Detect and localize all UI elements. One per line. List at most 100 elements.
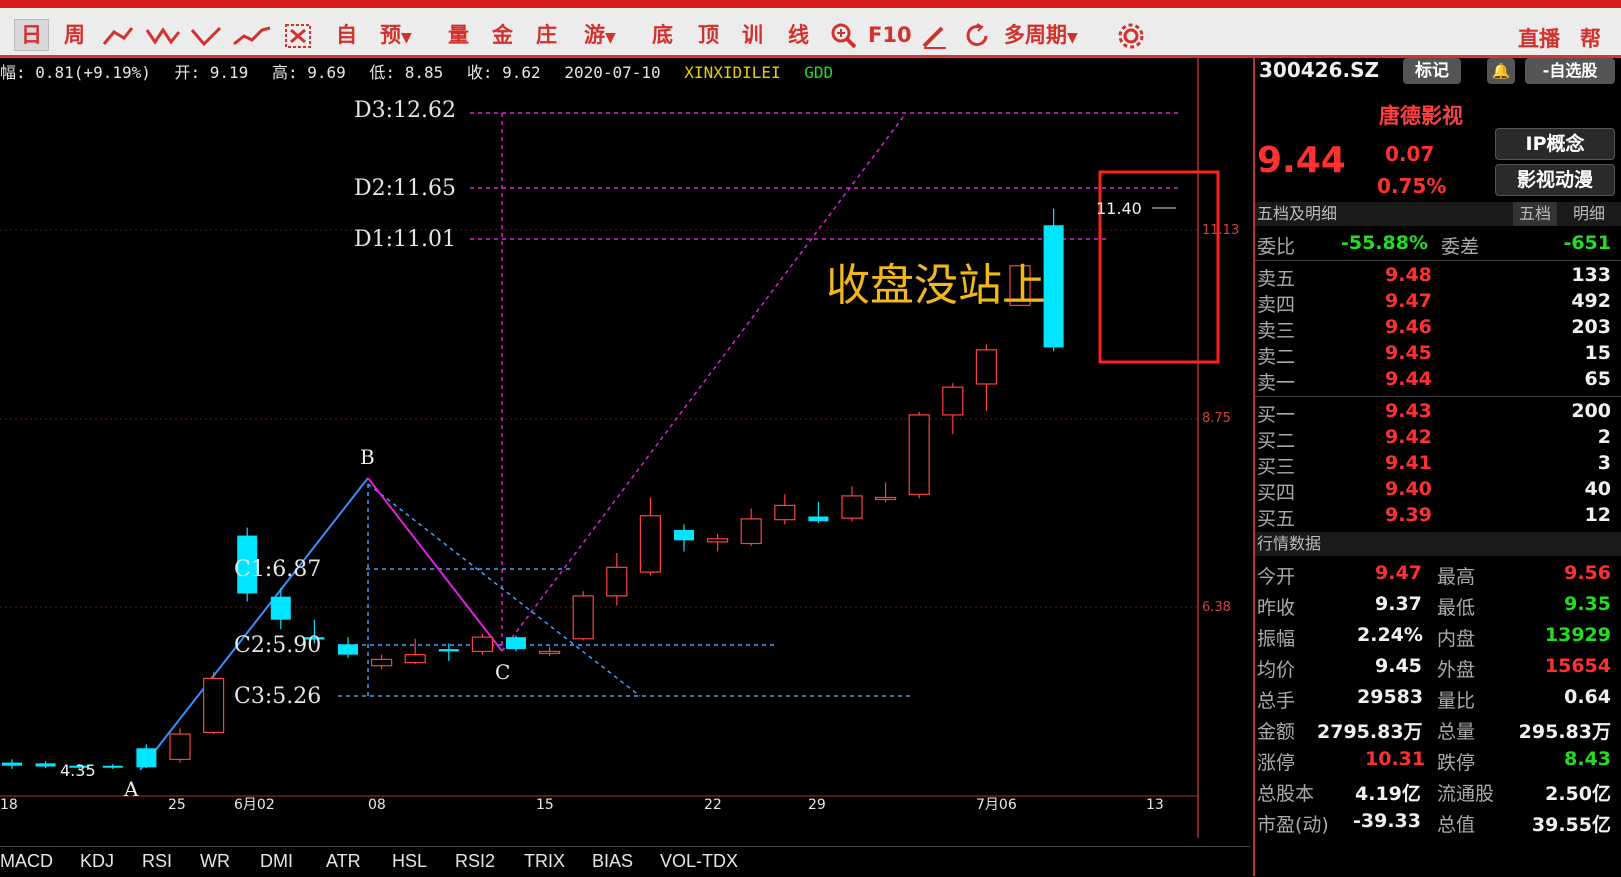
buy-volume: 12 <box>1584 504 1611 526</box>
tab-depth[interactable]: 五档 <box>1513 202 1558 226</box>
candle-body <box>438 649 459 652</box>
buy-volume: 200 <box>1571 400 1611 422</box>
chart-labels: D3:12.62 D2:11.65 D1:11.01 C1:6.87 C2:5.… <box>0 98 1239 813</box>
buy-row[interactable]: 买五 9.39 12 <box>1255 504 1621 530</box>
help-button[interactable]: 帮助 <box>1580 24 1621 81</box>
sell-price: 9.48 <box>1385 264 1432 286</box>
multi-period-button[interactable]: 多周期▼ <box>1004 20 1078 50</box>
trend-tool-icon[interactable] <box>232 20 272 50</box>
sell-row[interactable]: 卖五 9.48 133 <box>1255 264 1621 290</box>
tab-trix[interactable]: TRIX <box>524 851 565 872</box>
tab-rsi2[interactable]: RSI2 <box>455 851 495 872</box>
bell-icon[interactable]: 🔔 <box>1487 58 1515 84</box>
custom-button[interactable]: 自 <box>336 20 357 50</box>
mark-button[interactable]: 标记 <box>1403 58 1461 84</box>
buy-label: 买三 <box>1257 456 1296 478</box>
kline-chart[interactable]: D3:12.62 D2:11.65 D1:11.01 C1:6.87 C2:5.… <box>0 58 1253 846</box>
draw-line-button[interactable]: 线 <box>788 20 809 50</box>
quote-row: 均价 9.45 外盘 15654 <box>1255 655 1621 681</box>
concept-tag-film[interactable]: 影视动漫 <box>1495 164 1615 196</box>
buy-row[interactable]: 买一 9.43 200 <box>1255 400 1621 426</box>
d2-label: D2:11.65 <box>354 176 456 201</box>
warning-button[interactable]: 预▼ <box>380 20 412 50</box>
zoom-icon[interactable] <box>830 20 858 50</box>
dealer-button[interactable]: 庄 <box>536 20 557 50</box>
candle-body <box>606 566 628 597</box>
cross-tool-icon[interactable] <box>284 20 314 50</box>
sell-row[interactable]: 卖四 9.47 492 <box>1255 290 1621 316</box>
weibi-label: 委比 <box>1257 236 1296 258</box>
tab-rsi[interactable]: RSI <box>142 851 172 872</box>
quote-value: 2.50亿 <box>1545 783 1611 805</box>
f10-button[interactable]: F10 <box>868 20 912 50</box>
tab-wr[interactable]: WR <box>200 851 230 872</box>
tab-kdj[interactable]: KDJ <box>80 851 114 872</box>
top-button[interactable]: 顶 <box>698 20 719 50</box>
gear-icon[interactable] <box>1116 20 1146 50</box>
training-button[interactable]: 训 <box>742 20 763 50</box>
quote-label: 跌停 <box>1437 752 1476 774</box>
concept-tag-ip[interactable]: IP概念 <box>1495 128 1615 160</box>
quote-label: 最低 <box>1437 597 1476 619</box>
candle-body <box>471 636 493 653</box>
quote-value: 2795.83万 <box>1317 721 1423 743</box>
sell-price: 9.44 <box>1385 368 1432 390</box>
buy-price: 9.42 <box>1385 426 1432 448</box>
date-axis-label: 13 <box>1146 797 1164 813</box>
tab-hsl[interactable]: HSL <box>392 851 427 872</box>
date-axis-label: 15 <box>536 797 554 813</box>
sell-row[interactable]: 卖二 9.45 15 <box>1255 342 1621 368</box>
candle-body <box>338 644 358 655</box>
sell-row[interactable]: 卖一 9.44 65 <box>1255 368 1621 394</box>
sell-row[interactable]: 卖三 9.46 203 <box>1255 316 1621 342</box>
quote-row: 总手 29583 量比 0.64 <box>1255 686 1621 712</box>
chevron-down-icon: ▼ <box>605 30 616 46</box>
volume-button[interactable]: 量 <box>448 20 469 50</box>
candle-body <box>538 650 561 655</box>
v-tool-icon[interactable] <box>190 20 224 50</box>
buy-row[interactable]: 买三 9.41 3 <box>1255 452 1621 478</box>
live-button[interactable]: 直播 <box>1518 24 1560 54</box>
date-axis-label: 29 <box>808 797 826 813</box>
date-axis-label: 6月02 <box>234 797 275 813</box>
tab-macd[interactable]: MACD <box>0 851 53 872</box>
depth-header: 五档及明细 五档 明细 <box>1255 202 1621 226</box>
candle-body <box>136 748 157 768</box>
tab-detail[interactable]: 明细 <box>1573 202 1605 226</box>
stock-name: 唐德影视 <box>1379 104 1463 128</box>
sell-price: 9.45 <box>1385 342 1432 364</box>
day-period-button[interactable]: 日 <box>14 19 49 51</box>
refresh-icon[interactable] <box>964 20 992 50</box>
point-b-label: B <box>360 445 375 469</box>
fund-flow-button[interactable]: 游▼ <box>584 20 616 50</box>
candle-body <box>975 349 998 385</box>
pen-icon[interactable] <box>920 20 948 50</box>
candle-body <box>404 654 426 664</box>
tab-vol-tdx[interactable]: VOL-TDX <box>660 851 738 872</box>
buy-row[interactable]: 买二 9.42 2 <box>1255 426 1621 452</box>
buy-price: 9.43 <box>1385 400 1432 422</box>
tab-bias[interactable]: BIAS <box>592 851 633 872</box>
line-tool-icon[interactable] <box>102 20 134 50</box>
quote-label: 最高 <box>1437 566 1476 588</box>
wave-tool-icon[interactable] <box>145 20 185 50</box>
chevron-down-icon: ▼ <box>401 30 412 46</box>
buy-row[interactable]: 买四 9.40 40 <box>1255 478 1621 504</box>
price-change-pct: 0.75% <box>1377 174 1447 198</box>
candle-body <box>35 763 56 767</box>
watchlist-button[interactable]: -自选股 <box>1525 58 1615 84</box>
divider <box>1255 260 1621 261</box>
candle-body <box>572 595 594 640</box>
buy-volume: 2 <box>1597 426 1611 448</box>
tab-dmi[interactable]: DMI <box>260 851 293 872</box>
week-period-button[interactable]: 周 <box>64 20 85 50</box>
d3-label: D3:12.62 <box>354 98 456 123</box>
bottom-button[interactable]: 底 <box>652 20 673 50</box>
candle-body <box>908 414 930 495</box>
sell-volume: 133 <box>1571 264 1611 286</box>
quote-row: 涨停 10.31 跌停 8.43 <box>1255 748 1621 774</box>
gold-button[interactable]: 金 <box>492 20 513 50</box>
title-strip <box>0 0 1621 8</box>
tab-atr[interactable]: ATR <box>326 851 361 872</box>
price-axis-label: 8.75 <box>1202 411 1231 426</box>
